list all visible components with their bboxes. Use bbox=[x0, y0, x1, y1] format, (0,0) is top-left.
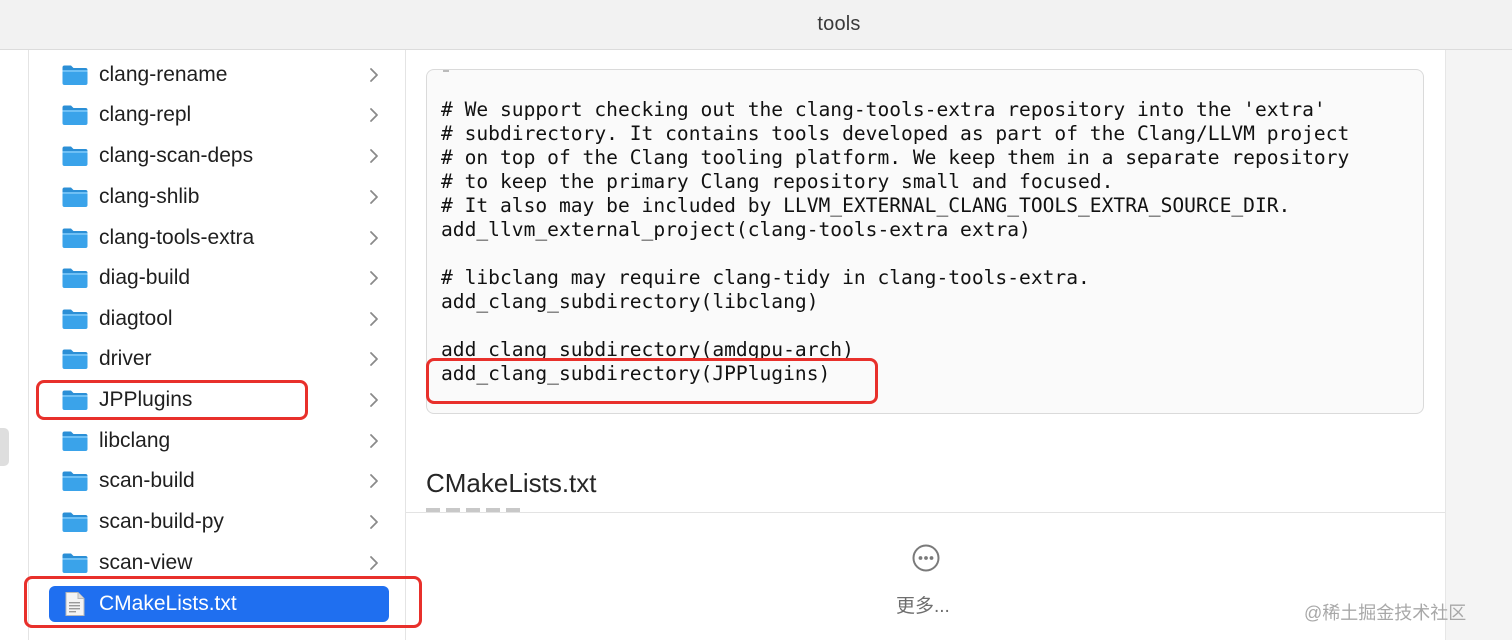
sidebar-item-label: clang-repl bbox=[99, 103, 192, 126]
sidebar-item-diag-build[interactable]: diag-build bbox=[49, 260, 389, 296]
right-edge-strip bbox=[1445, 50, 1512, 640]
resize-handle[interactable] bbox=[0, 428, 9, 466]
code-line: # to keep the primary Clang repository s… bbox=[441, 170, 1114, 193]
chevron-right-icon[interactable] bbox=[367, 268, 381, 288]
chevron-right-icon[interactable] bbox=[367, 349, 381, 369]
ellipsis-circle-icon[interactable] bbox=[911, 543, 941, 573]
folder-icon bbox=[61, 428, 89, 454]
chevron-right-icon[interactable] bbox=[367, 309, 381, 329]
file-name-heading: CMakeLists.txt bbox=[426, 468, 597, 498]
folder-icon bbox=[61, 346, 89, 372]
sidebar-item-label: clang-shlib bbox=[99, 185, 200, 208]
sidebar-item-driver[interactable]: driver bbox=[49, 341, 389, 377]
folder-icon bbox=[61, 306, 89, 332]
sidebar-item-label: scan-view bbox=[99, 551, 193, 574]
annotation-box-code-line bbox=[426, 358, 878, 404]
chevron-right-icon[interactable] bbox=[367, 146, 381, 166]
annotation-box-jpplugins-folder bbox=[36, 380, 308, 420]
file-list-column: clang-rename clang-repl clang-scan-deps cla… bbox=[28, 50, 406, 640]
folder-icon bbox=[61, 143, 89, 169]
folder-icon bbox=[61, 102, 89, 128]
folder-icon bbox=[61, 509, 89, 535]
sidebar-item-label: clang-rename bbox=[99, 63, 228, 86]
chevron-right-icon[interactable] bbox=[367, 431, 381, 451]
folder-icon bbox=[61, 225, 89, 251]
folder-icon bbox=[61, 265, 89, 291]
sidebar-item-label: driver bbox=[99, 347, 152, 370]
folder-icon bbox=[61, 62, 89, 88]
chevron-right-icon[interactable] bbox=[367, 471, 381, 491]
sidebar-item-clang-tools-extra[interactable]: clang-tools-extra bbox=[49, 220, 389, 256]
sidebar-item-label: libclang bbox=[99, 429, 171, 452]
chevron-right-icon[interactable] bbox=[367, 390, 381, 410]
folder-icon bbox=[61, 184, 89, 210]
clipped-previous-line bbox=[443, 70, 449, 72]
chevron-right-icon[interactable] bbox=[367, 512, 381, 532]
sidebar-item-clang-rename[interactable]: clang-rename bbox=[49, 57, 389, 93]
sidebar-item-label: clang-tools-extra bbox=[99, 226, 255, 249]
sidebar-item-label: scan-build bbox=[99, 469, 195, 492]
code-line: # It also may be included by LLVM_EXTERN… bbox=[441, 194, 1291, 217]
code-line: # on top of the Clang tooling platform. … bbox=[441, 146, 1350, 169]
code-line: # libclang may require clang-tidy in cla… bbox=[441, 266, 1090, 289]
folder-icon bbox=[61, 550, 89, 576]
sidebar-item-clang-scan-deps[interactable]: clang-scan-deps bbox=[49, 138, 389, 174]
sidebar-item-label: clang-scan-deps bbox=[99, 144, 254, 167]
preview-pane: # We support checking out the clang-tool… bbox=[406, 50, 1445, 640]
sidebar-item-clang-repl[interactable]: clang-repl bbox=[49, 97, 389, 133]
watermark: @稀土掘金技术社区 bbox=[1304, 603, 1467, 623]
code-line: add_llvm_external_project(clang-tools-ex… bbox=[441, 218, 1031, 241]
sidebar-item-label: diagtool bbox=[99, 307, 173, 330]
code-line: add_clang_subdirectory(libclang) bbox=[441, 290, 819, 313]
code-line: # We support checking out the clang-tool… bbox=[441, 98, 1326, 121]
annotation-box-cmakelists-file bbox=[24, 576, 422, 628]
more-panel: 更多... bbox=[406, 512, 1445, 640]
window-titlebar: tools bbox=[0, 0, 1512, 50]
sidebar-item-diagtool[interactable]: diagtool bbox=[49, 301, 389, 337]
sidebar-item-libclang[interactable]: libclang bbox=[49, 423, 389, 459]
chevron-right-icon[interactable] bbox=[367, 187, 381, 207]
sidebar-item-scan-build[interactable]: scan-build bbox=[49, 463, 389, 499]
sidebar-item-label: scan-build-py bbox=[99, 510, 224, 533]
chevron-right-icon[interactable] bbox=[367, 105, 381, 125]
chevron-right-icon[interactable] bbox=[367, 228, 381, 248]
window-title: tools bbox=[817, 13, 861, 35]
chevron-right-icon[interactable] bbox=[367, 553, 381, 573]
folder-icon bbox=[61, 468, 89, 494]
more-button[interactable]: 更多... bbox=[896, 591, 950, 618]
sidebar-item-clang-shlib[interactable]: clang-shlib bbox=[49, 179, 389, 215]
chevron-right-icon[interactable] bbox=[367, 65, 381, 85]
sidebar-item-label: diag-build bbox=[99, 266, 191, 289]
code-line: # subdirectory. It contains tools develo… bbox=[441, 122, 1350, 145]
sidebar-item-scan-build-py[interactable]: scan-build-py bbox=[49, 504, 389, 540]
